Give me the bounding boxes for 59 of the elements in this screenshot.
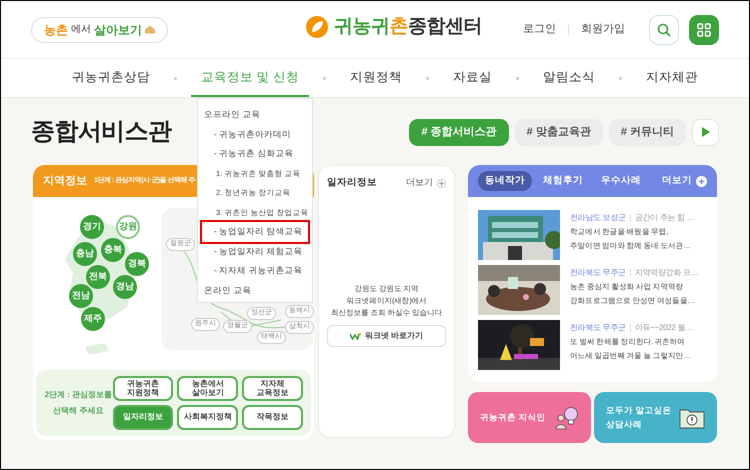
story-tab[interactable]: 동네작가 [478,171,532,191]
play-icon [702,127,710,137]
province-button[interactable]: 강원 [116,215,140,239]
region-link[interactable]: 전라남도 보성군 [570,212,626,224]
login-link[interactable]: 로그인 [523,21,556,38]
info-option-button[interactable]: 사회복지정책 [177,405,238,430]
info-option-button[interactable]: 작목정보 [242,405,304,430]
card-title: 일자리정보 [327,176,378,190]
region-link[interactable]: 전라북도 무주군 [570,322,626,334]
dropdown-item[interactable]: - 농업일자리 탐색교육 [202,222,308,242]
province-button[interactable]: 전남 [69,284,93,308]
instruction-text: 2단계 : 관심정보를 선택해 주세요 [44,389,113,417]
info-option-button[interactable]: 농촌에서 살아보기 [177,376,238,401]
info-option-button[interactable]: 일자리정보 [112,405,174,430]
site-logo[interactable]: 귀농귀촌종합센터 [334,13,482,42]
story-tab[interactable]: 우수사례 [594,171,648,191]
signup-link[interactable]: 회원가입 [581,21,625,38]
dropdown-item[interactable]: 온라인 교육 [204,280,306,300]
nav-tab[interactable]: 지자체관 [636,59,708,97]
more-link[interactable]: 더보기 [406,176,446,190]
play-button[interactable] [692,118,719,146]
dropdown-item[interactable]: - 귀농귀촌아카데미 [204,124,306,144]
house-icon [145,26,155,34]
promo-button[interactable]: 농촌 에서 살아보기 [31,16,168,42]
plus-icon [437,178,446,188]
nav-tab[interactable]: 자료실 [442,59,502,97]
nav-tab[interactable]: 귀농귀촌상담 [62,59,160,97]
info-option-button[interactable]: 귀농귀촌 지원정책 [112,376,174,401]
grid-menu-icon [697,22,711,36]
worknet-logo-icon [350,332,361,340]
folder-alert-icon [679,406,705,428]
dropdown-item[interactable]: - 지자체 귀농귀촌교육 [204,261,306,280]
province-button[interactable]: 제주 [81,307,105,331]
search-icon [657,22,671,36]
dropdown-item[interactable]: - 귀농귀촌 심화교육 [204,144,306,164]
lightbulb-person-icon [555,406,579,430]
info-option-button[interactable]: 지자체 교육정보 [242,376,304,401]
nav-tab[interactable]: 알림소식 [532,59,605,97]
dropdown-item[interactable]: - 농업일자리 체험교육 [204,242,306,261]
worknet-button[interactable]: 워크넷 바로가기 [327,325,446,348]
search-button[interactable] [649,14,679,44]
hashtag-tab[interactable]: # 종합서비스관 [409,118,509,146]
hashtag-tab[interactable]: # 커뮤니티 [608,118,686,146]
page-title: 종합서비스관 [31,117,172,147]
card-title: 지역정보 [43,174,87,189]
dropdown-item[interactable]: 오프라인 교육 [204,105,306,124]
province-button[interactable]: 경북 [125,252,149,276]
menu-button[interactable] [689,14,719,44]
leaf-logo-icon [306,16,328,38]
story-subtitle: 지역역량강화 프… [634,267,698,279]
hashtag-tab[interactable]: # 맞춤교육관 [514,118,603,146]
plus-icon [696,176,707,186]
story-subtitle: 공간이 주는 힘 … [634,212,694,224]
region-link[interactable]: 전라북도 무주군 [570,267,626,279]
story-subtitle: 아듀~~2022 월… [634,322,693,334]
more-link[interactable]: 더보기 [662,174,707,188]
story-tab[interactable]: 체험후기 [536,171,590,191]
province-button[interactable]: 경기 [80,215,104,239]
nav-tab[interactable]: 지원정책 [340,59,412,97]
